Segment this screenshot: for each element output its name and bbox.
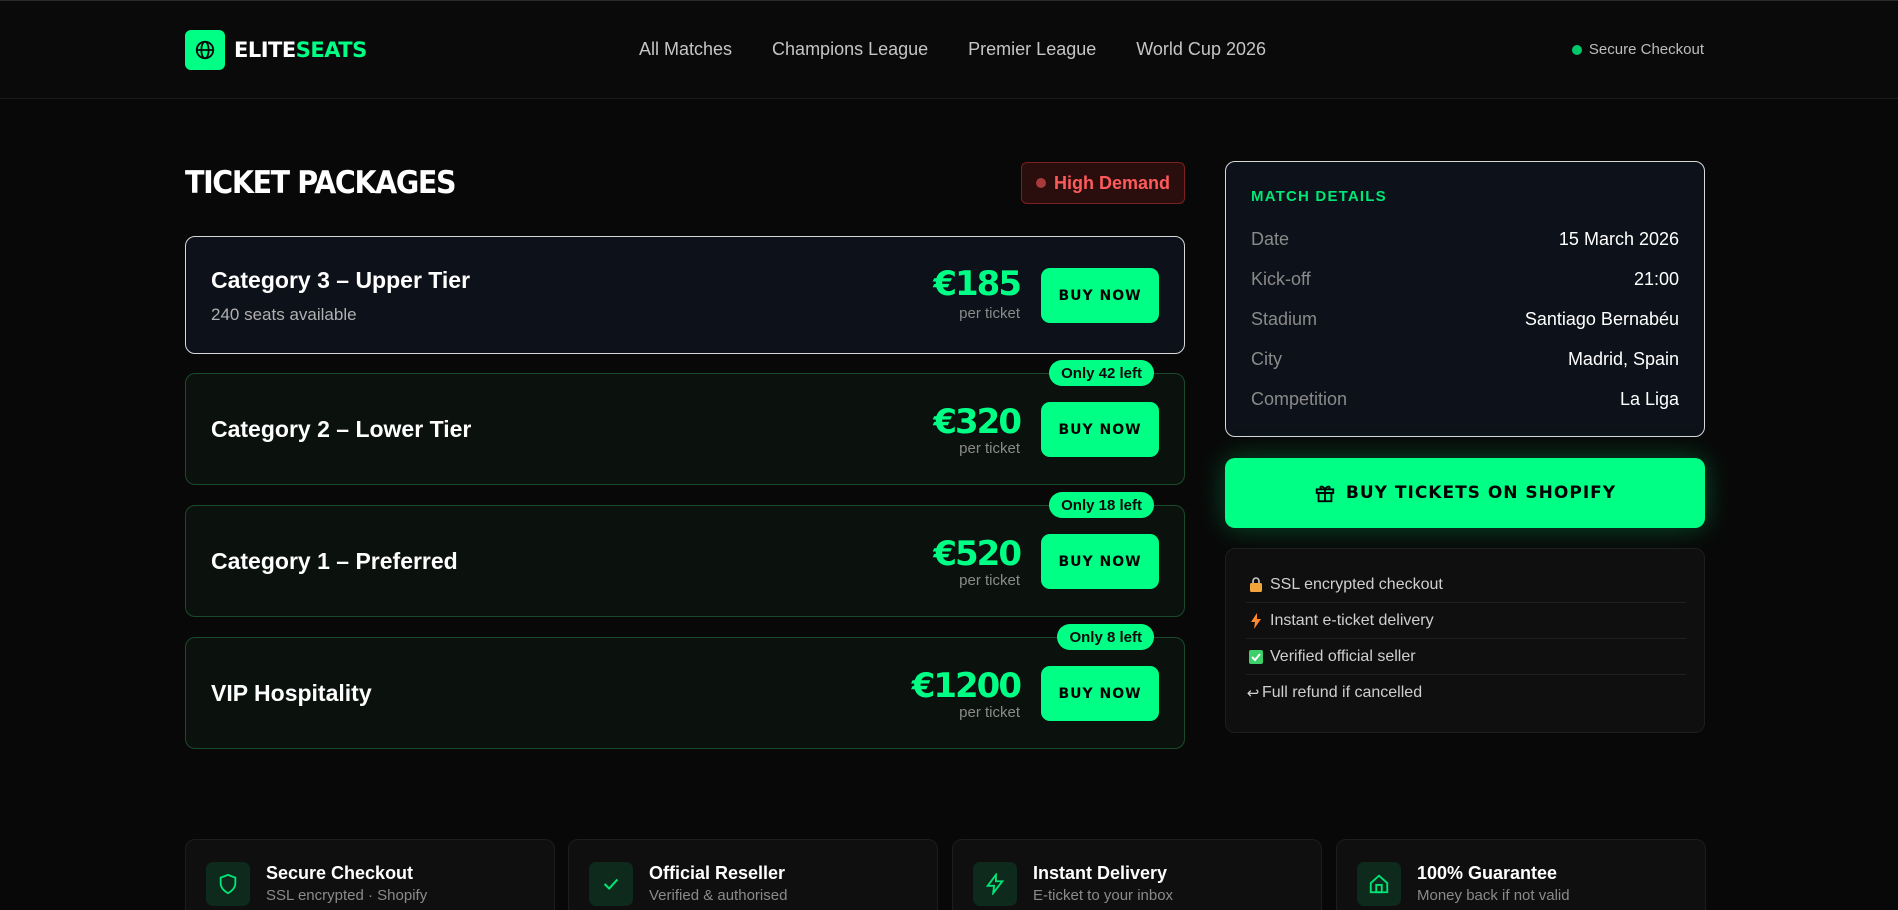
detail-key: Date — [1251, 229, 1290, 249]
detail-value: La Liga — [1619, 389, 1679, 409]
trust-card-guarantee: 100% Guarantee Money back if not valid — [1336, 839, 1706, 910]
package-per-ticket: per ticket — [959, 704, 1020, 721]
trust-card-title: Official Reseller — [649, 863, 786, 883]
brand-name: ELITESEATS — [234, 38, 367, 62]
high-demand-badge: High Demand — [1021, 162, 1185, 204]
return-arrow-icon: ↩ — [1246, 685, 1260, 702]
feature-label: Verified official seller — [1270, 647, 1416, 665]
detail-value: 21:00 — [1633, 269, 1679, 289]
package-price: €320 — [933, 402, 1022, 442]
gift-icon — [1314, 482, 1336, 504]
brand-name-part2: SEATS — [295, 38, 368, 62]
nav-world-cup-2026[interactable]: World Cup 2026 — [1136, 39, 1266, 60]
feature-ssl: SSL encrypted checkout — [1246, 567, 1686, 603]
trust-card-title: Instant Delivery — [1033, 863, 1168, 883]
package-name: Category 1 – Preferred — [211, 548, 458, 574]
stock-badge: Only 42 left — [1049, 360, 1154, 386]
detail-row-competition: Competition La Liga — [1251, 389, 1679, 410]
stock-badge: Only 18 left — [1049, 492, 1154, 518]
package-price: €520 — [933, 534, 1022, 574]
trust-card-subtitle: E-ticket to your inbox — [1033, 887, 1174, 904]
home-icon — [1357, 862, 1401, 906]
trust-card-title: Secure Checkout — [266, 863, 414, 883]
checkbox-icon — [1246, 649, 1266, 664]
detail-row-date: Date 15 March 2026 — [1251, 229, 1679, 250]
trust-card-subtitle: Verified & authorised — [649, 887, 788, 904]
feature-label: Full refund if cancelled — [1262, 684, 1423, 701]
feature-instant: Instant e-ticket delivery — [1246, 603, 1686, 639]
package-per-ticket: per ticket — [959, 305, 1020, 322]
package-price: €185 — [933, 264, 1022, 304]
detail-key: City — [1251, 349, 1282, 369]
demand-dot — [1035, 178, 1046, 188]
package-per-ticket: per ticket — [959, 440, 1020, 457]
package-price: €1200 — [911, 666, 1022, 706]
trust-card-delivery: Instant Delivery E-ticket to your inbox — [952, 839, 1322, 910]
brand-name-part1: ELITE — [234, 38, 296, 62]
buy-now-button[interactable]: BUY NOW — [1041, 534, 1159, 589]
buy-now-button[interactable]: BUY NOW — [1041, 666, 1159, 721]
match-details-title: MATCH DETAILS — [1251, 188, 1387, 205]
detail-key: Kick-off — [1251, 269, 1311, 289]
high-demand-label: High Demand — [1053, 172, 1170, 193]
status-dot — [1571, 44, 1582, 55]
package-category-3[interactable]: Category 3 – Upper Tier 240 seats availa… — [185, 236, 1185, 354]
buy-now-button[interactable]: BUY NOW — [1041, 268, 1159, 323]
check-icon — [589, 862, 633, 906]
package-availability: 240 seats available — [211, 305, 357, 324]
match-details-card: MATCH DETAILS Date 15 March 2026 Kick-of… — [1225, 161, 1705, 437]
lightning-icon — [973, 862, 1017, 906]
package-category-2[interactable]: Only 42 left Category 2 – Lower Tier €32… — [185, 360, 1185, 485]
detail-value: 15 March 2026 — [1558, 229, 1679, 249]
trust-card-subtitle: Money back if not valid — [1417, 887, 1570, 904]
buy-now-button[interactable]: BUY NOW — [1041, 402, 1159, 457]
trust-card-official: Official Reseller Verified & authorised — [568, 839, 938, 910]
stock-badge: Only 8 left — [1057, 624, 1154, 650]
package-name: Category 2 – Lower Tier — [211, 416, 472, 442]
package-vip-hospitality[interactable]: Only 8 left VIP Hospitality €1200 per ti… — [185, 624, 1185, 749]
feature-verified: Verified official seller — [1246, 639, 1686, 675]
detail-row-kickoff: Kick-off 21:00 — [1251, 269, 1679, 290]
detail-value: Madrid, Spain — [1567, 349, 1679, 369]
secure-checkout-indicator: Secure Checkout — [1571, 41, 1704, 58]
nav-premier-league[interactable]: Premier League — [968, 39, 1096, 60]
shopify-button-label: BUY TICKETS ON SHOPIFY — [1345, 483, 1617, 503]
feature-label: SSL encrypted checkout — [1270, 575, 1443, 593]
lock-icon — [1246, 577, 1266, 592]
feature-refund: ↩ Full refund if cancelled — [1246, 675, 1686, 711]
shield-icon — [206, 862, 250, 906]
detail-row-city: City Madrid, Spain — [1251, 349, 1679, 370]
trust-card-title: 100% Guarantee — [1417, 863, 1558, 883]
secure-checkout-label: Secure Checkout — [1588, 41, 1704, 58]
lightning-icon — [1246, 612, 1266, 629]
buy-on-shopify-button[interactable]: BUY TICKETS ON SHOPIFY — [1225, 458, 1705, 528]
page-title: TICKET PACKAGES — [185, 165, 457, 201]
brand-logo[interactable]: ELITESEATS — [185, 30, 367, 70]
package-category-1[interactable]: Only 18 left Category 1 – Preferred €520… — [185, 492, 1185, 617]
nav-champions-league[interactable]: Champions League — [772, 39, 928, 60]
globe-icon — [185, 30, 225, 70]
top-navbar: ELITESEATS All Matches Champions League … — [0, 0, 1898, 99]
nav-all-matches[interactable]: All Matches — [639, 39, 732, 60]
trust-card-subtitle: SSL encrypted · Shopify — [266, 887, 428, 904]
detail-key: Competition — [1251, 389, 1348, 409]
package-name: VIP Hospitality — [211, 680, 372, 706]
package-per-ticket: per ticket — [959, 572, 1020, 589]
feature-label: Instant e-ticket delivery — [1270, 611, 1434, 629]
trust-card-secure: Secure Checkout SSL encrypted · Shopify — [185, 839, 555, 910]
detail-row-stadium: Stadium Santiago Bernabéu — [1251, 309, 1679, 330]
detail-key: Stadium — [1251, 309, 1318, 329]
package-name: Category 3 – Upper Tier — [211, 267, 471, 293]
main-nav: All Matches Champions League Premier Lea… — [639, 39, 1306, 60]
detail-value: Santiago Bernabéu — [1524, 309, 1679, 329]
checkout-features: SSL encrypted checkout Instant e-ticket … — [1225, 548, 1705, 733]
